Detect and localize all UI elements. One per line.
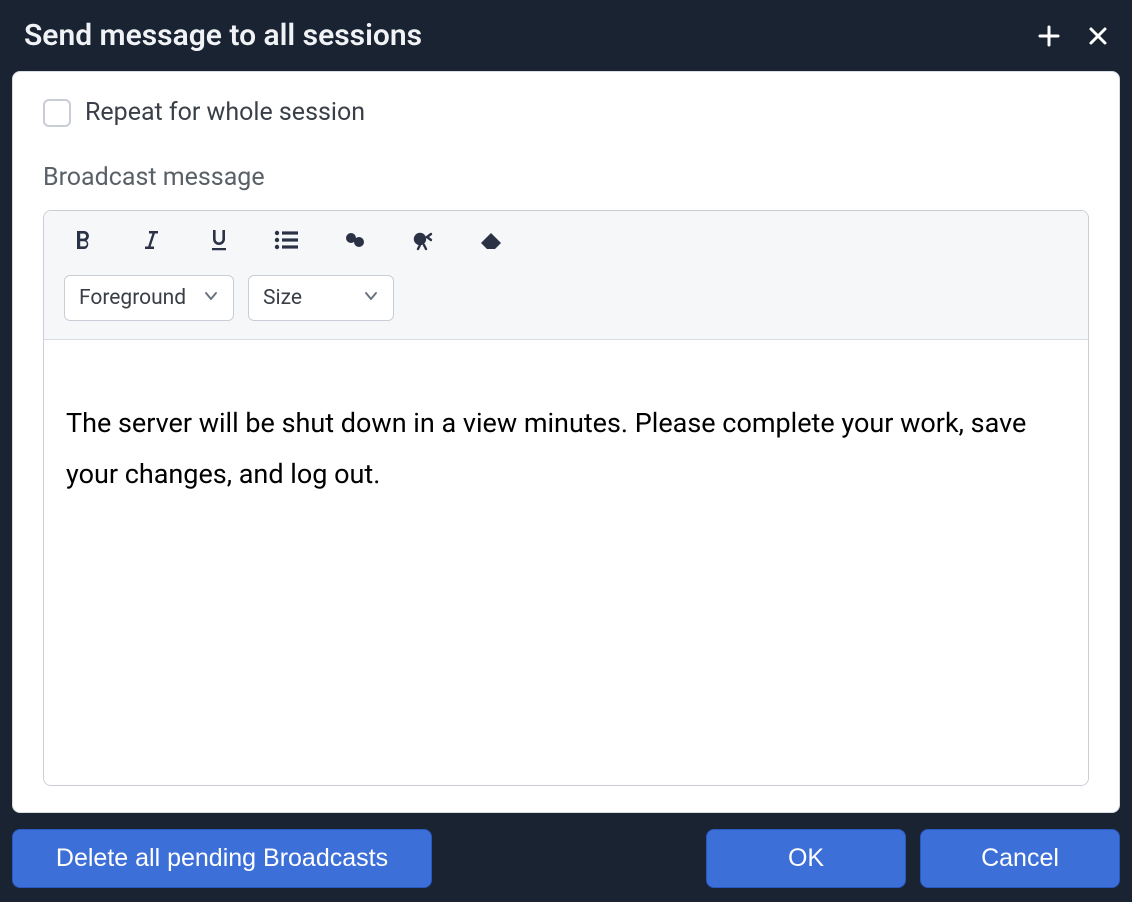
chevron-down-icon <box>203 286 219 310</box>
dialog-footer: Delete all pending Broadcasts OK Cancel <box>0 823 1132 902</box>
dialog-title: Send message to all sessions <box>24 18 422 53</box>
dialog-content: Repeat for whole session Broadcast messa… <box>12 71 1120 813</box>
titlebar-actions <box>1038 25 1108 47</box>
repeat-checkbox[interactable] <box>43 99 71 127</box>
broadcast-dialog: Send message to all sessions Repeat for … <box>0 0 1132 902</box>
italic-button[interactable] <box>136 225 166 255</box>
link-button[interactable] <box>340 225 370 255</box>
repeat-checkbox-row: Repeat for whole session <box>43 98 1089 127</box>
plus-icon[interactable] <box>1038 25 1060 47</box>
ok-button[interactable]: OK <box>706 829 906 888</box>
toolbar-format-row <box>64 225 1068 255</box>
chevron-down-icon <box>363 286 379 310</box>
footer-right-buttons: OK Cancel <box>706 829 1120 888</box>
underline-button[interactable] <box>204 225 234 255</box>
toolbar-dropdown-row: Foreground Size <box>64 275 1068 321</box>
bold-button[interactable] <box>68 225 98 255</box>
size-dropdown-label: Size <box>263 286 302 310</box>
repeat-checkbox-label: Repeat for whole session <box>85 98 365 127</box>
foreground-dropdown[interactable]: Foreground <box>64 275 234 321</box>
rich-text-editor: Foreground Size The server will be shut … <box>43 210 1089 786</box>
editor-body[interactable]: The server will be shut down in a view m… <box>44 340 1088 785</box>
foreground-dropdown-label: Foreground <box>79 286 186 310</box>
eraser-button[interactable] <box>476 225 506 255</box>
delete-pending-button[interactable]: Delete all pending Broadcasts <box>12 829 432 888</box>
broadcast-message-label: Broadcast message <box>43 163 1089 192</box>
close-icon[interactable] <box>1088 26 1108 46</box>
unlink-button[interactable] <box>408 225 438 255</box>
size-dropdown[interactable]: Size <box>248 275 394 321</box>
titlebar: Send message to all sessions <box>0 0 1132 71</box>
editor-textarea[interactable]: The server will be shut down in a view m… <box>66 398 1066 763</box>
editor-toolbar: Foreground Size <box>44 211 1088 340</box>
cancel-button[interactable]: Cancel <box>920 829 1120 888</box>
list-button[interactable] <box>272 225 302 255</box>
